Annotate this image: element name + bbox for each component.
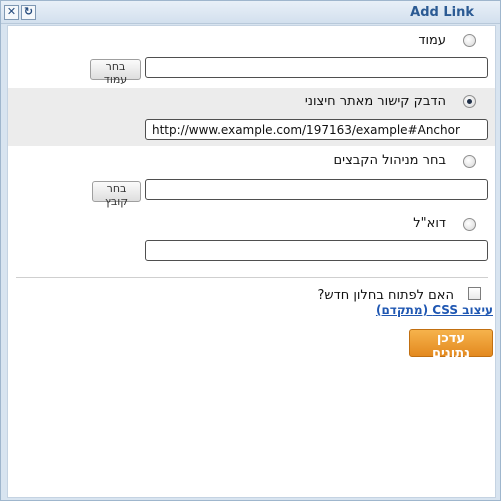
option-external: הדבק קישור מאתר חיצוני xyxy=(8,88,495,146)
option-file-label: בחר מניהול הקבצים xyxy=(333,153,446,168)
radio-file[interactable] xyxy=(463,155,476,168)
file-input[interactable] xyxy=(145,179,488,200)
dialog-content: עמוד בחר עמוד הדבק קישור מאתר חיצוני בחר… xyxy=(7,25,496,498)
close-icon[interactable]: ✕ xyxy=(4,5,19,20)
external-url-input[interactable] xyxy=(145,119,488,140)
option-file: בחר מניהול הקבצים בחר קובץ xyxy=(8,146,495,208)
css-advanced-link[interactable]: עיצוב CSS (מתקדם) xyxy=(376,303,493,317)
update-data-button[interactable]: עדכן נתונים xyxy=(409,329,493,361)
dialog-title: Add Link xyxy=(410,5,474,20)
page-input[interactable] xyxy=(145,57,488,78)
email-input[interactable] xyxy=(145,240,488,261)
add-link-dialog: ✕ ↻ Add Link עמוד בחר עמוד הדבק קישור מא… xyxy=(0,0,501,501)
divider xyxy=(16,277,488,278)
refresh-icon[interactable]: ↻ xyxy=(21,5,36,20)
option-page-label: עמוד xyxy=(418,33,446,48)
choose-page-button[interactable]: בחר עמוד xyxy=(90,59,141,86)
option-email: דוא"ל xyxy=(8,206,495,272)
radio-page[interactable] xyxy=(463,34,476,47)
new-window-checkbox[interactable] xyxy=(468,287,481,300)
new-window-label: האם לפתוח בחלון חדש? xyxy=(317,288,454,303)
option-email-label: דוא"ל xyxy=(413,216,446,231)
titlebar: ✕ ↻ Add Link xyxy=(1,1,500,24)
radio-external[interactable] xyxy=(463,95,476,108)
option-external-label: הדבק קישור מאתר חיצוני xyxy=(304,94,446,109)
choose-file-button[interactable]: בחר קובץ xyxy=(92,181,141,208)
option-page: עמוד בחר עמוד xyxy=(8,26,495,88)
radio-email[interactable] xyxy=(463,218,476,231)
